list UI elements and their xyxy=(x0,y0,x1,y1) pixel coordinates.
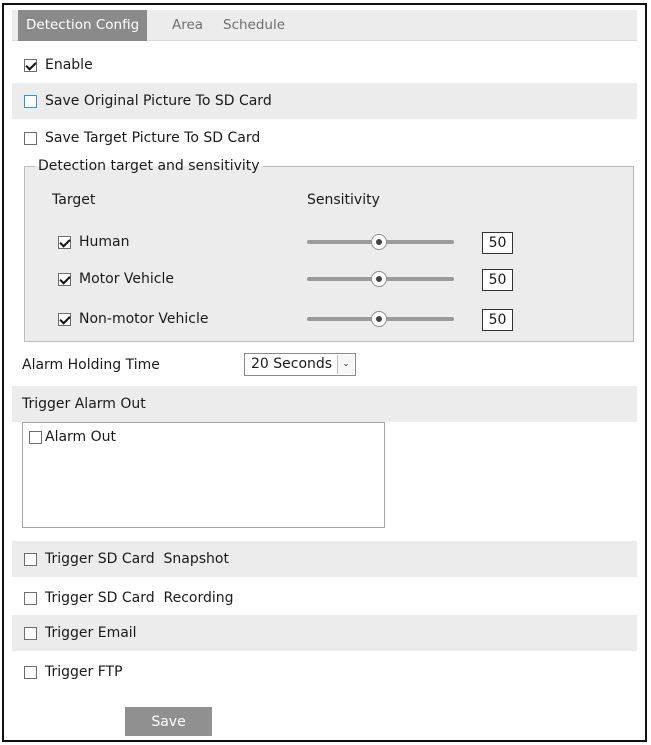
non-motor-vehicle-sensitivity-value[interactable]: 50 xyxy=(482,309,513,331)
chevron-down-icon[interactable]: ⌄ xyxy=(337,355,354,374)
trigger-sd-recording-row: Trigger SD Card Recording xyxy=(12,580,637,616)
slider-thumb[interactable] xyxy=(371,311,387,327)
trigger-ftp-row: Trigger FTP xyxy=(12,654,637,690)
trigger-sd-recording-label: Trigger SD Card Recording xyxy=(45,590,234,606)
enable-row: Enable xyxy=(12,47,637,83)
trigger-ftp-label: Trigger FTP xyxy=(45,664,123,680)
save-original-row: Save Original Picture To SD Card xyxy=(12,83,637,119)
trigger-email-checkbox[interactable] xyxy=(24,626,37,640)
tab-schedule[interactable]: Schedule xyxy=(215,10,293,41)
target-row-motor-vehicle: Motor Vehicle xyxy=(58,271,174,287)
save-target-label: Save Target Picture To SD Card xyxy=(45,130,261,146)
non-motor-vehicle-sensitivity-slider[interactable] xyxy=(307,311,454,327)
enable-label: Enable xyxy=(45,57,93,73)
trigger-sd-recording-checkbox[interactable] xyxy=(24,591,37,605)
trigger-sd-snapshot-checkbox[interactable] xyxy=(24,552,37,566)
trigger-email-label: Trigger Email xyxy=(45,625,137,641)
save-button[interactable]: Save xyxy=(125,707,212,736)
tab-bar: Detection Config Area Schedule xyxy=(12,10,637,41)
motor-vehicle-checkbox[interactable] xyxy=(58,272,71,286)
trigger-alarm-out-label: Trigger Alarm Out xyxy=(22,396,146,412)
motor-vehicle-sensitivity-slider[interactable] xyxy=(307,271,454,287)
human-label: Human xyxy=(79,234,130,250)
trigger-sd-snapshot-row: Trigger SD Card Snapshot xyxy=(12,541,637,577)
non-motor-vehicle-checkbox[interactable] xyxy=(58,312,71,326)
save-original-label: Save Original Picture To SD Card xyxy=(45,93,272,109)
save-target-row: Save Target Picture To SD Card xyxy=(12,120,637,156)
human-sensitivity-value[interactable]: 50 xyxy=(482,232,513,254)
human-checkbox[interactable] xyxy=(58,235,71,249)
trigger-sd-snapshot-label: Trigger SD Card Snapshot xyxy=(45,551,229,567)
save-original-checkbox[interactable] xyxy=(24,94,37,108)
alarm-holding-label: Alarm Holding Time xyxy=(22,357,160,373)
trigger-ftp-checkbox[interactable] xyxy=(24,665,37,679)
trigger-email-row: Trigger Email xyxy=(12,615,637,651)
target-column-header: Target xyxy=(52,192,96,208)
tab-area[interactable]: Area xyxy=(164,10,211,41)
list-item: Alarm Out xyxy=(29,429,116,445)
alarm-out-label: Alarm Out xyxy=(45,429,117,445)
target-row-non-motor-vehicle: Non-motor Vehicle xyxy=(58,311,209,327)
alarm-out-list: Alarm Out xyxy=(22,422,385,528)
sensitivity-column-header: Sensitivity xyxy=(307,192,380,208)
alarm-holding-select[interactable]: 20 Seconds ⌄ xyxy=(244,353,356,376)
slider-thumb[interactable] xyxy=(371,234,387,250)
non-motor-vehicle-label: Non-motor Vehicle xyxy=(79,311,209,327)
tab-detection-config[interactable]: Detection Config xyxy=(18,10,148,41)
trigger-alarm-out-row: Trigger Alarm Out xyxy=(12,386,637,422)
alarm-out-checkbox[interactable] xyxy=(29,430,42,444)
slider-thumb[interactable] xyxy=(371,271,387,287)
alarm-holding-value: 20 Seconds xyxy=(251,356,333,372)
target-row-human: Human xyxy=(58,234,130,250)
detection-group-legend: Detection target and sensitivity xyxy=(38,158,260,174)
motor-vehicle-sensitivity-value[interactable]: 50 xyxy=(482,269,513,291)
motor-vehicle-label: Motor Vehicle xyxy=(79,271,174,287)
enable-checkbox[interactable] xyxy=(24,58,37,72)
save-target-checkbox[interactable] xyxy=(24,131,37,145)
human-sensitivity-slider[interactable] xyxy=(307,234,454,250)
